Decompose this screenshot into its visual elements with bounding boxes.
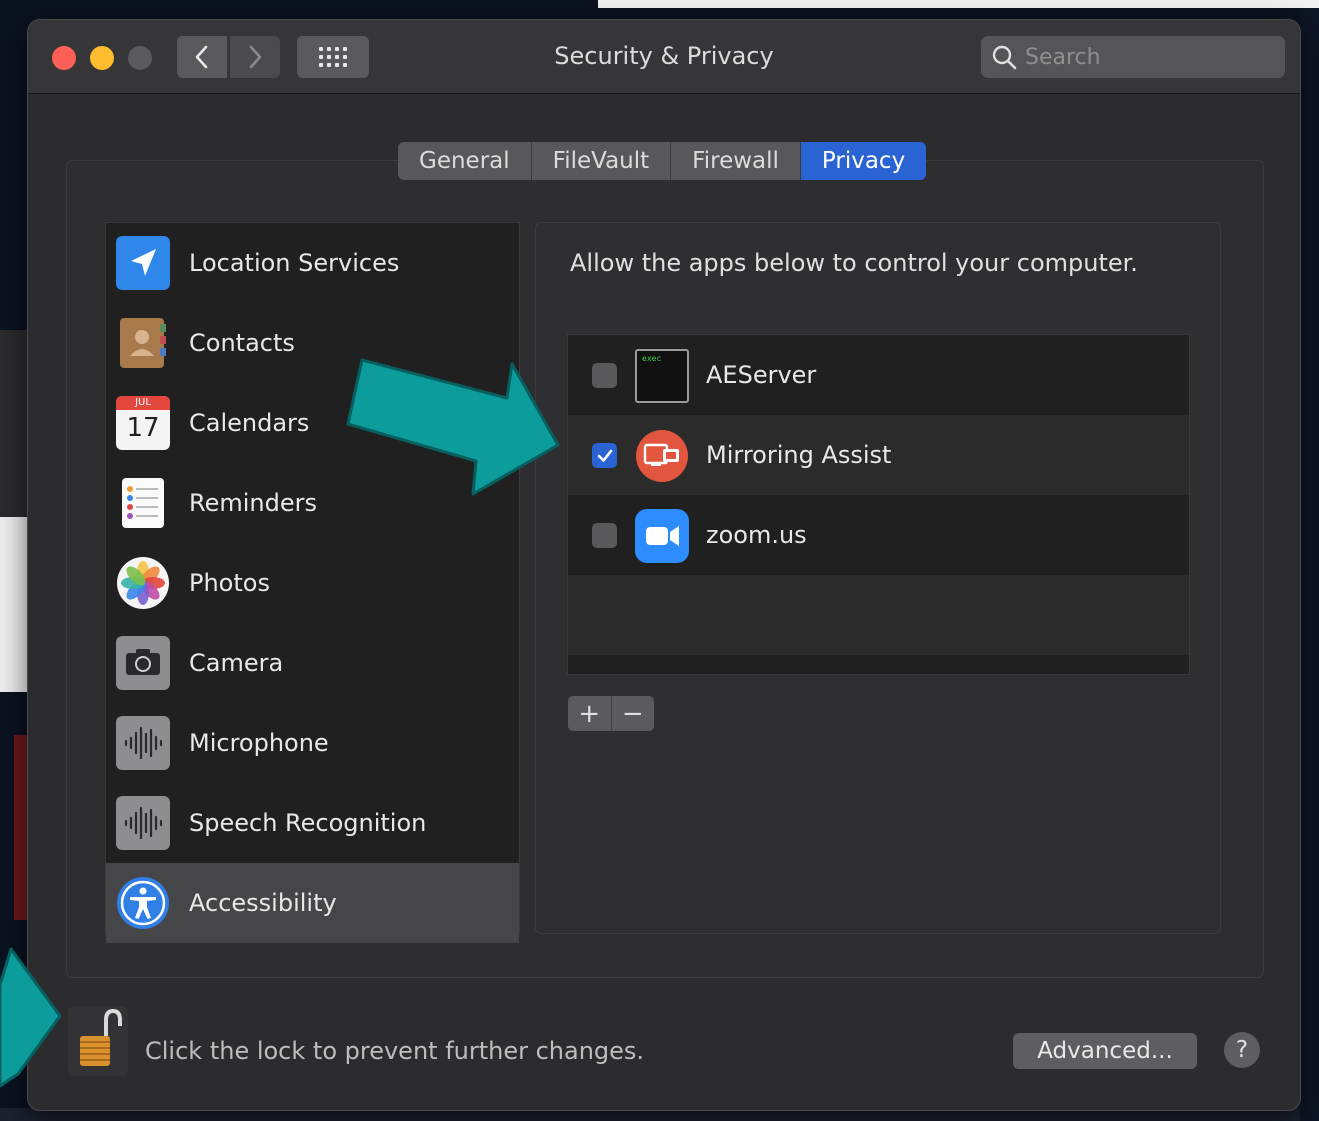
calendar-day: 17 <box>126 413 160 443</box>
sidebar-item-label: Accessibility <box>189 889 337 917</box>
app-name: zoom.us <box>706 521 807 549</box>
calendar-month: JUL <box>116 396 170 410</box>
location-arrow-icon <box>116 236 170 290</box>
tab-bar: General FileVault Firewall Privacy <box>398 142 927 180</box>
sidebar-item-label: Camera <box>189 649 284 677</box>
app-name: AEServer <box>706 361 817 389</box>
desktop-background <box>1300 8 1319 1121</box>
mirroring-assist-icon <box>636 430 688 482</box>
app-row-aeserver: exec AEServer <box>568 335 1189 415</box>
sidebar-item-label: Speech Recognition <box>189 809 427 837</box>
sidebar-item-calendars[interactable]: JUL 17 Calendars <box>106 383 519 463</box>
calendar-icon: JUL 17 <box>116 396 170 450</box>
background-window-fragment <box>0 330 30 520</box>
tab-firewall[interactable]: Firewall <box>671 142 801 180</box>
photos-flower-icon <box>117 557 169 609</box>
app-row-mirroring-assist: Mirroring Assist <box>568 415 1189 495</box>
accessibility-icon <box>117 877 169 929</box>
microphone-waveform-icon <box>116 716 170 770</box>
checkmark-icon <box>597 449 612 462</box>
unlocked-lock-icon[interactable] <box>68 1006 128 1076</box>
sidebar-item-accessibility[interactable]: Accessibility <box>106 863 519 943</box>
contacts-book-icon <box>120 318 166 368</box>
search-input[interactable] <box>1023 43 1277 71</box>
privacy-category-list: Location Services Contacts JUL 17 Calend… <box>105 222 520 943</box>
camera-icon <box>116 636 170 690</box>
panel-description: Allow the apps below to control your com… <box>570 249 1138 277</box>
advanced-button[interactable]: Advanced... <box>1013 1033 1197 1069</box>
desktop-background <box>598 0 1319 8</box>
tab-filevault[interactable]: FileVault <box>532 142 672 180</box>
sidebar-item-label: Calendars <box>189 409 310 437</box>
terminal-exec-icon: exec <box>635 349 689 403</box>
sidebar-item-label: Location Services <box>189 249 400 277</box>
sidebar-item-contacts[interactable]: Contacts <box>106 303 519 383</box>
background-window-fragment <box>0 517 30 692</box>
search-field[interactable] <box>981 36 1285 78</box>
sidebar-item-label: Reminders <box>189 489 317 517</box>
app-row-zoom: zoom.us <box>568 495 1189 575</box>
sidebar-item-location-services[interactable]: Location Services <box>106 223 519 303</box>
title-bar: Security & Privacy <box>28 20 1300 94</box>
add-app-button[interactable]: + <box>568 696 612 731</box>
sidebar-item-camera[interactable]: Camera <box>106 623 519 703</box>
tab-privacy[interactable]: Privacy <box>800 142 927 180</box>
speech-waveform-icon <box>116 796 170 850</box>
help-button[interactable]: ? <box>1224 1032 1260 1068</box>
zoom-camera-icon <box>635 509 689 563</box>
app-checkbox[interactable] <box>592 523 617 548</box>
sidebar-item-label: Contacts <box>189 329 295 357</box>
sidebar-item-microphone[interactable]: Microphone <box>106 703 519 783</box>
sidebar-item-reminders[interactable]: Reminders <box>106 463 519 543</box>
tab-general[interactable]: General <box>398 142 532 180</box>
sidebar-item-speech-recognition[interactable]: Speech Recognition <box>106 783 519 863</box>
sidebar-item-label: Photos <box>189 569 270 597</box>
security-privacy-window: Security & Privacy General FileVault Fir… <box>28 20 1300 1110</box>
app-list: exec AEServer Mirroring Assist zoom.us <box>567 334 1190 675</box>
privacy-detail-panel: Allow the apps below to control your com… <box>535 222 1221 934</box>
remove-app-button[interactable]: − <box>612 696 655 731</box>
app-name: Mirroring Assist <box>706 441 892 469</box>
terminal-icon-text: exec <box>642 354 662 363</box>
app-checkbox[interactable] <box>592 363 617 388</box>
sidebar-item-photos[interactable]: Photos <box>106 543 519 623</box>
lock-status-text: Click the lock to prevent further change… <box>145 1037 645 1065</box>
search-icon <box>992 45 1017 70</box>
reminders-icon <box>122 478 164 528</box>
add-remove-control: + − <box>568 696 654 731</box>
list-empty-row <box>568 575 1189 655</box>
sidebar-item-label: Microphone <box>189 729 329 757</box>
app-checkbox[interactable] <box>592 443 617 468</box>
